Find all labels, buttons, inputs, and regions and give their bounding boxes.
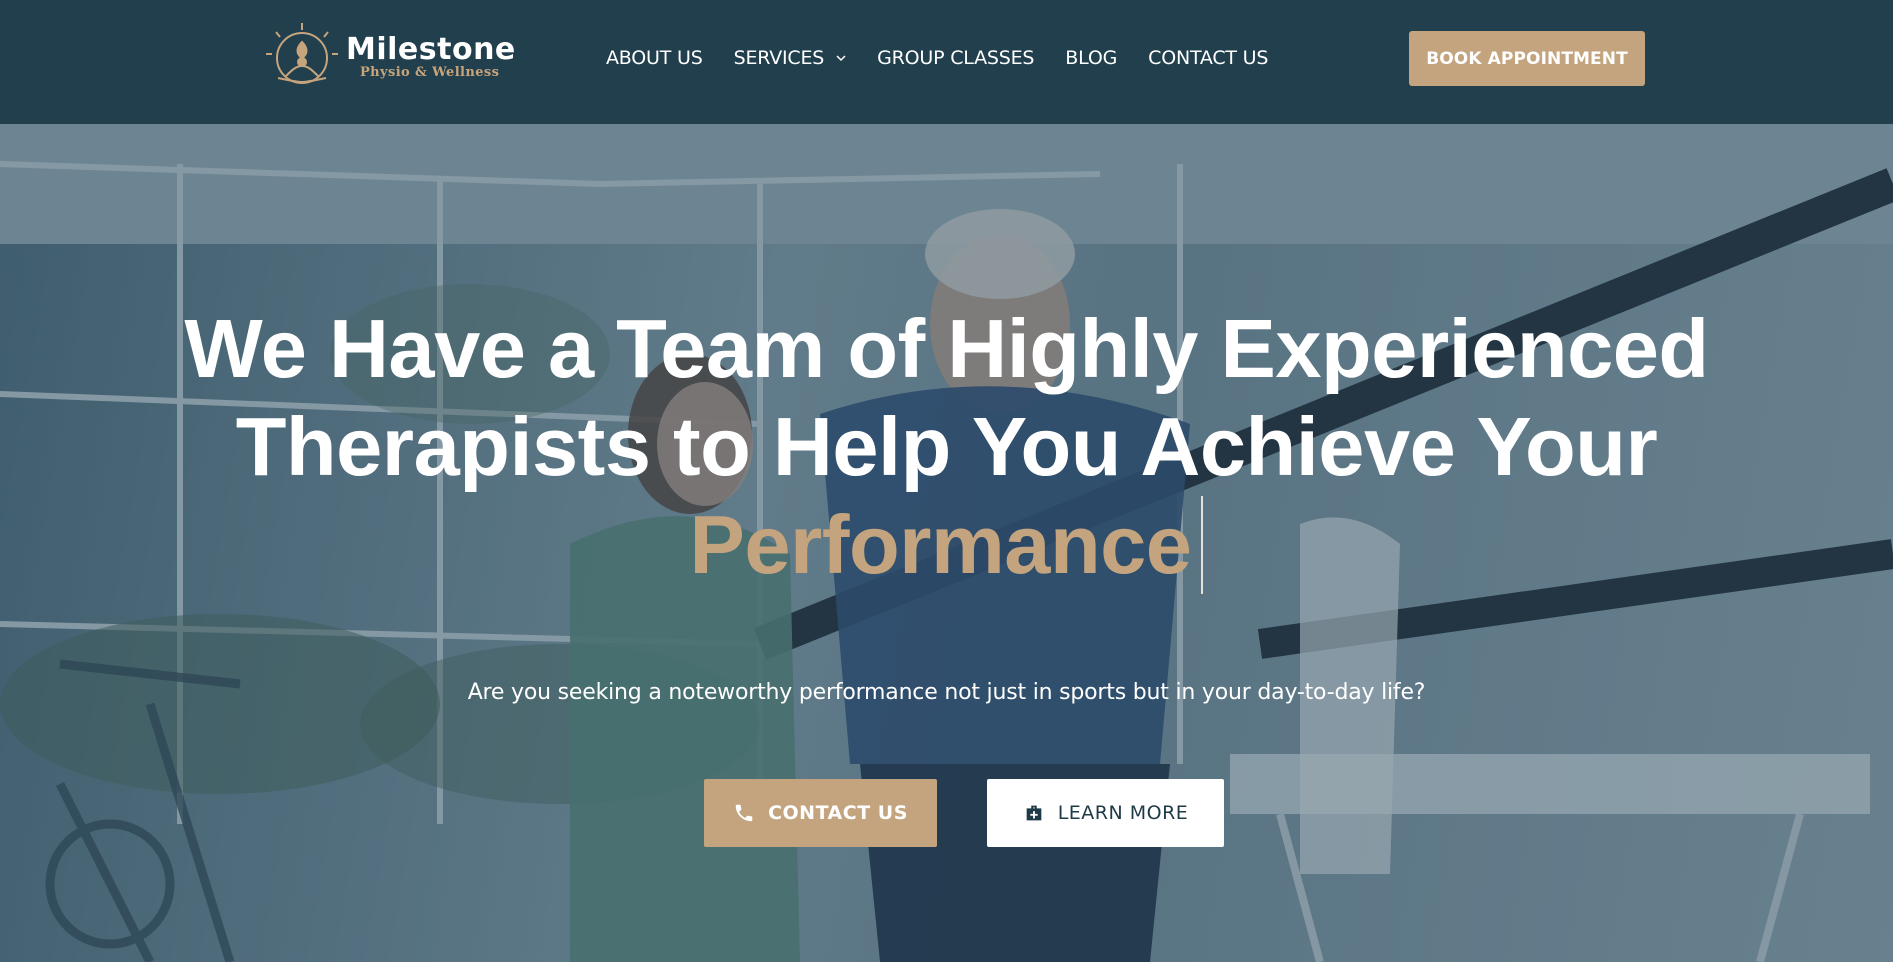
brand-tagline: Physio & Wellness [360,65,500,80]
contact-us-button[interactable]: CONTACT US [704,779,937,847]
nav-item-about-us[interactable]: ABOUT US [606,47,703,69]
hero-headline: We Have a Team of Highly Experienced The… [0,300,1893,594]
learn-more-label: LEARN MORE [1057,802,1189,824]
lotus-meditation-sun-icon [266,23,338,84]
logo[interactable]: Milestone Physio & Wellness [256,20,515,94]
nav-item-blog[interactable]: BLOG [1065,47,1117,69]
site-header: Milestone Physio & Wellness ABOUT US SER… [0,0,1893,124]
nav-item-group-classes[interactable]: GROUP CLASSES [877,47,1034,69]
headline-accent-word: Performance [689,498,1192,591]
typing-cursor [1201,496,1204,594]
nav-item-label: ABOUT US [606,47,703,69]
brand-name: Milestone [346,32,516,67]
contact-us-label: CONTACT US [768,802,908,824]
book-appointment-button[interactable]: BOOK APPOINTMENT [1409,31,1645,86]
nav-item-services[interactable]: SERVICES [734,47,847,69]
nav-item-label: BLOG [1065,47,1118,69]
nav-item-contact-us[interactable]: CONTACT US [1148,47,1268,69]
chevron-down-icon [836,55,846,62]
nav-item-label: GROUP CLASSES [877,47,1035,69]
learn-more-button[interactable]: LEARN MORE [987,779,1224,847]
nav-item-label: SERVICES [733,47,825,69]
headline-line-3: Performance [0,496,1893,594]
headline-line-1: We Have a Team of Highly Experienced [184,302,1709,395]
nav-item-label: CONTACT US [1148,47,1269,69]
phone-icon [735,804,753,822]
medical-kit-icon [1026,805,1042,821]
main-nav: ABOUT US SERVICES GROUP CLASSES BLOG CON… [606,47,1299,69]
hero-section: We Have a Team of Highly Experienced The… [0,124,1893,962]
hero-subtext: Are you seeking a noteworthy performance… [467,680,1426,705]
headline-line-2: Therapists to Help You Achieve Your [235,400,1658,493]
logo-text: Milestone Physio & Wellness [346,34,516,80]
